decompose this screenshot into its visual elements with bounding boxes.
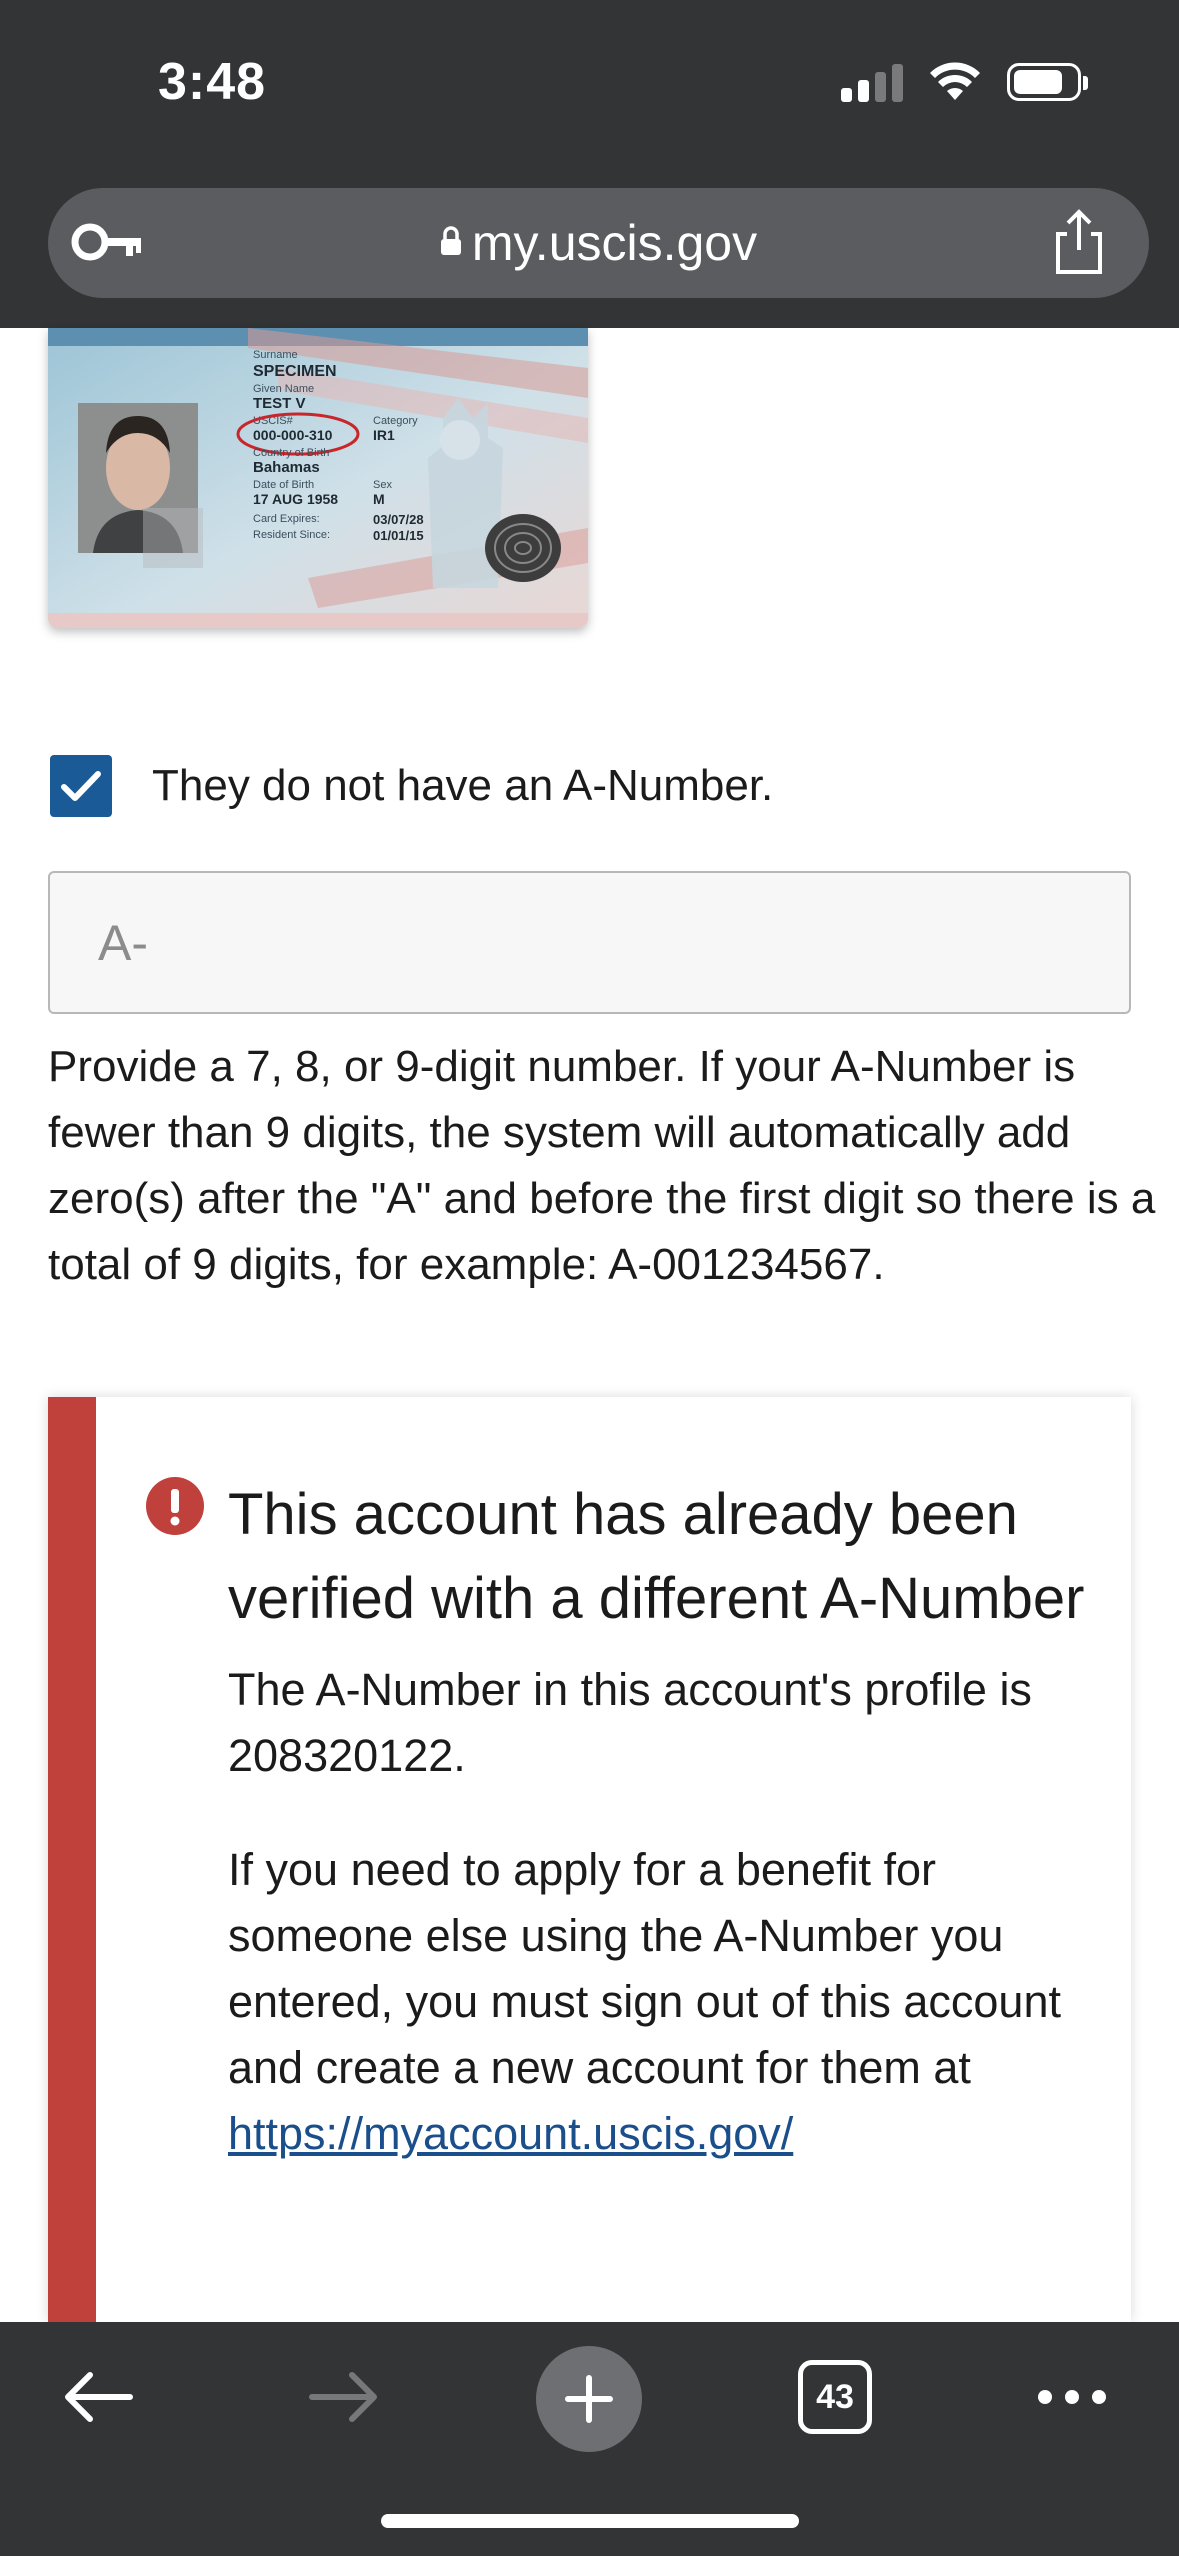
forward-button[interactable] (300, 2352, 390, 2442)
new-tab-button[interactable] (536, 2346, 642, 2452)
error-alert: This account has already been verified w… (48, 1397, 1131, 2322)
card-country-label: Country of Birth (253, 447, 329, 459)
plus-icon (565, 2375, 613, 2423)
alert-accent-bar (48, 1397, 96, 2322)
error-icon (146, 1477, 204, 1535)
back-arrow-icon (65, 2372, 133, 2422)
checkmark-icon (61, 771, 101, 801)
card-category-label: Category (373, 415, 418, 427)
card-resident-label: Resident Since: (253, 529, 330, 541)
status-time: 3:48 (158, 53, 267, 111)
battery-icon (1007, 63, 1088, 101)
alert-instructions: If you need to apply for a benefit for s… (228, 1837, 1088, 2167)
card-surname-label: Surname (253, 349, 298, 361)
green-card-sample-image: Surname SPECIMEN Given Name TEST V USCIS… (48, 328, 588, 628)
no-a-number-label[interactable]: They do not have an A-Number. (152, 761, 773, 811)
url-text: my.uscis.gov (471, 215, 758, 271)
card-surname: SPECIMEN (253, 363, 337, 380)
more-dots-icon (1038, 2390, 1106, 2404)
card-category: IR1 (373, 427, 395, 443)
card-uscis-number: 000-000-310 (253, 427, 333, 443)
back-button[interactable] (52, 2352, 142, 2442)
home-indicator[interactable] (381, 2514, 799, 2528)
myaccount-link[interactable]: https://myaccount.uscis.gov/ (228, 2108, 793, 2159)
no-a-number-checkbox-row[interactable]: They do not have an A-Number. (50, 755, 773, 817)
no-a-number-checkbox[interactable] (50, 755, 112, 817)
browser-chrome-top: 3:48 my.uscis.gov (0, 0, 1179, 328)
card-given-name-label: Given Name (253, 383, 314, 395)
alert-instructions-text: If you need to apply for a benefit for s… (228, 1844, 1061, 2093)
alert-profile-a-number: The A-Number in this account's profile i… (228, 1664, 1032, 1781)
cellular-signal-icon (841, 62, 903, 102)
card-dob-label: Date of Birth (253, 479, 314, 491)
card-expires-label: Card Expires: (253, 513, 320, 525)
alert-title: This account has already been verified w… (228, 1482, 1085, 1631)
card-sex-label: Sex (373, 479, 392, 491)
url-display[interactable]: my.uscis.gov (48, 214, 1149, 272)
tabs-button[interactable]: 43 (798, 2360, 872, 2434)
card-sex: M (373, 491, 385, 507)
green-card-illustration: Surname SPECIMEN Given Name TEST V USCIS… (48, 328, 588, 628)
a-number-help-text: Provide a 7, 8, or 9-digit number. If yo… (48, 1042, 1156, 1289)
card-resident: 01/01/15 (373, 528, 424, 543)
a-number-input[interactable] (48, 871, 1131, 1014)
card-expires: 03/07/28 (373, 512, 424, 527)
card-given-name: TEST V (253, 395, 306, 412)
more-menu-button[interactable] (1022, 2352, 1122, 2442)
card-country: Bahamas (253, 459, 320, 476)
lock-icon (440, 226, 461, 255)
wifi-icon (930, 62, 980, 100)
status-icons (841, 62, 1088, 102)
share-icon[interactable] (1049, 208, 1109, 276)
forward-arrow-icon (309, 2372, 377, 2422)
card-dob: 17 AUG 1958 (253, 491, 338, 507)
url-bar[interactable]: my.uscis.gov (48, 188, 1149, 298)
